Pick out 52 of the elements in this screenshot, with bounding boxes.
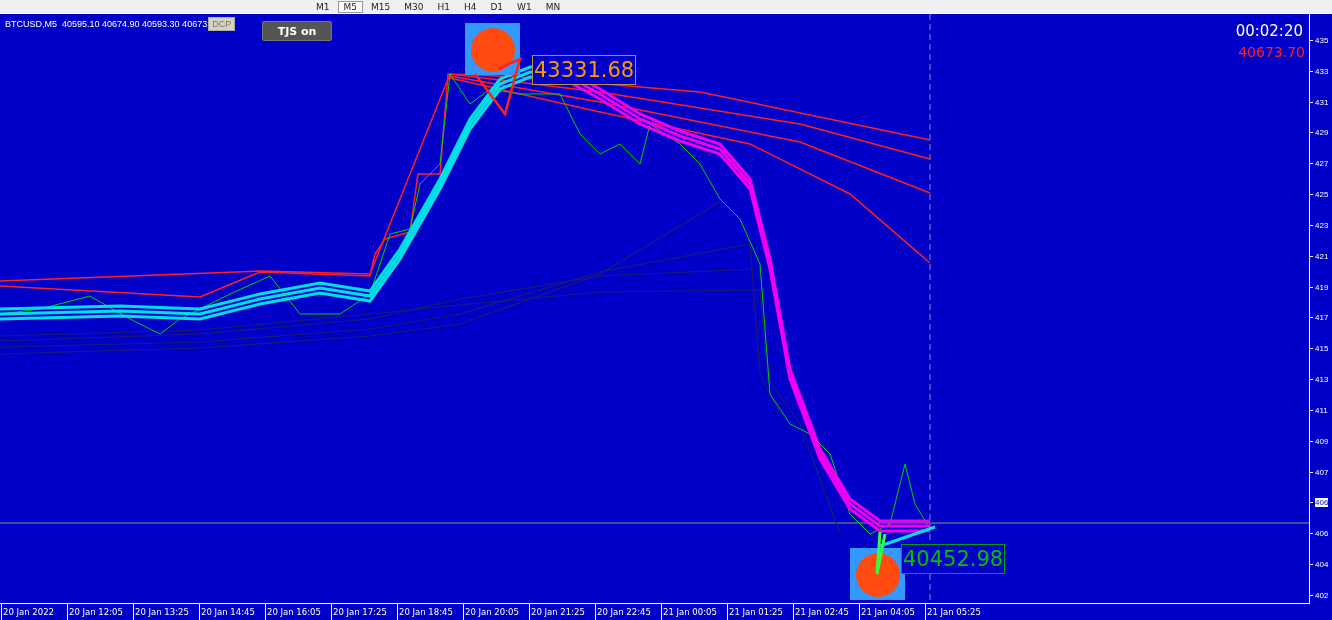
price-label: 429 (1315, 128, 1329, 138)
price-label: 415 (1315, 344, 1329, 354)
timeframe-button[interactable]: M1 (310, 0, 336, 13)
time-label: 21 Jan 01:25 (727, 604, 793, 620)
time-label: 20 Jan 14:45 (199, 604, 265, 620)
price-label: 421 (1315, 251, 1329, 261)
time-label: 20 Jan 20:05 (463, 604, 529, 620)
price-label: 409 (1315, 436, 1329, 446)
price-label: 419 (1315, 282, 1329, 292)
price-label: 407 (1315, 467, 1329, 477)
price-label: 435 (1315, 36, 1329, 45)
high-price-label: 43331.68 (532, 55, 637, 85)
time-label: 20 Jan 13:25 (133, 604, 199, 620)
time-label: 20 Jan 22:45 (595, 604, 661, 620)
countdown-timer: 00:02:20 (1235, 22, 1303, 40)
timeframe-button[interactable]: D1 (484, 0, 510, 13)
time-label: 21 Jan 00:05 (661, 604, 727, 620)
price-label: 411 (1315, 405, 1328, 415)
price-label: 402 (1315, 590, 1329, 600)
symbol-info: BTCUSD,M5 40595.10 40674.90 40593.30 40673 (5, 19, 208, 29)
price-label: 425 (1315, 190, 1329, 200)
timeframe-button[interactable]: H1 (431, 0, 456, 13)
time-label: 21 Jan 02:45 (793, 604, 859, 620)
timeframe-button[interactable]: H4 (457, 0, 483, 13)
timeframe-button[interactable]: M30 (398, 0, 430, 13)
time-label: 20 Jan 16:05 (265, 604, 331, 620)
price-label: 417 (1315, 313, 1329, 323)
price-label: 433 (1315, 66, 1329, 76)
low-price-label: 40452.98 (901, 544, 1006, 574)
price-label: 431 (1315, 97, 1329, 107)
timeframe-button[interactable]: MN (539, 0, 567, 13)
time-label: 20 Jan 21:25 (529, 604, 595, 620)
time-label: 20 Jan 17:25 (331, 604, 397, 620)
time-label: 20 Jan 12:05 (67, 604, 133, 620)
price-label: 427 (1315, 159, 1329, 169)
toggle-button[interactable]: TJS on (262, 21, 332, 41)
time-label: 20 Jan 2022 (1, 604, 67, 620)
price-label: 413 (1315, 375, 1329, 385)
current-price-label: 406 (1315, 498, 1329, 508)
bid-price: 40673.70 (1238, 44, 1305, 60)
timeframe-button[interactable]: W1 (511, 0, 538, 13)
time-label: 20 Jan 18:45 (397, 604, 463, 620)
timeframe-button[interactable]: M5 (337, 0, 363, 13)
signal-marker-drawing (465, 23, 520, 75)
indicator-badge: DCP (208, 17, 236, 31)
signal-marker-drawing (850, 548, 905, 600)
time-label: 21 Jan 04:05 (859, 604, 925, 620)
price-label: 404 (1315, 560, 1329, 570)
price-label: 423 (1315, 220, 1329, 230)
timeframe-button[interactable]: M15 (365, 0, 397, 13)
price-label: 406 (1315, 529, 1329, 539)
time-label: 21 Jan 05:25 (925, 604, 991, 620)
